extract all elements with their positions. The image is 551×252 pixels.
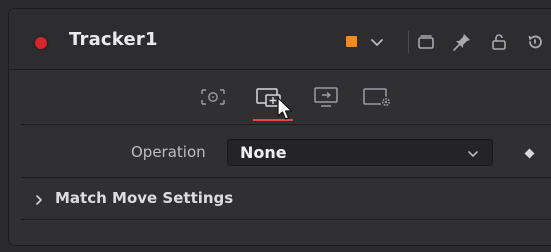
lock-icon[interactable]: [489, 32, 509, 52]
match-move-settings-section[interactable]: Match Move Settings: [21, 179, 551, 220]
operation-dropdown[interactable]: None: [227, 139, 493, 166]
operation-value: None: [240, 143, 287, 162]
node-header: Tracker1: [9, 9, 551, 70]
tab-settings[interactable]: [360, 84, 394, 110]
chevron-right-icon[interactable]: [33, 192, 45, 206]
inspector-tabs: [21, 70, 551, 125]
match-move-settings-label: Match Move Settings: [55, 189, 234, 207]
keyframe-diamond-icon[interactable]: [524, 148, 535, 159]
chevron-down-icon: [466, 146, 480, 160]
chevron-down-icon[interactable]: [368, 33, 386, 51]
target-icon: [201, 89, 225, 105]
reset-icon[interactable]: [525, 32, 545, 52]
node-active-indicator[interactable]: [35, 37, 47, 49]
display-icon: [314, 87, 338, 107]
header-divider: [408, 31, 409, 53]
settings-icon: [363, 88, 392, 108]
mouse-cursor-icon: [276, 96, 296, 122]
operation-row: Operation None: [21, 127, 551, 178]
pin-icon[interactable]: [452, 32, 472, 52]
node-title: Tracker1: [69, 29, 158, 50]
tab-tracker[interactable]: [196, 84, 230, 110]
version-icon[interactable]: [416, 32, 436, 52]
tab-display[interactable]: [309, 84, 343, 110]
inspector-panel: Tracker1 Operation None Match Move Setti…: [8, 8, 551, 246]
operation-label: Operation: [131, 143, 206, 161]
color-swatch[interactable]: [346, 36, 357, 47]
